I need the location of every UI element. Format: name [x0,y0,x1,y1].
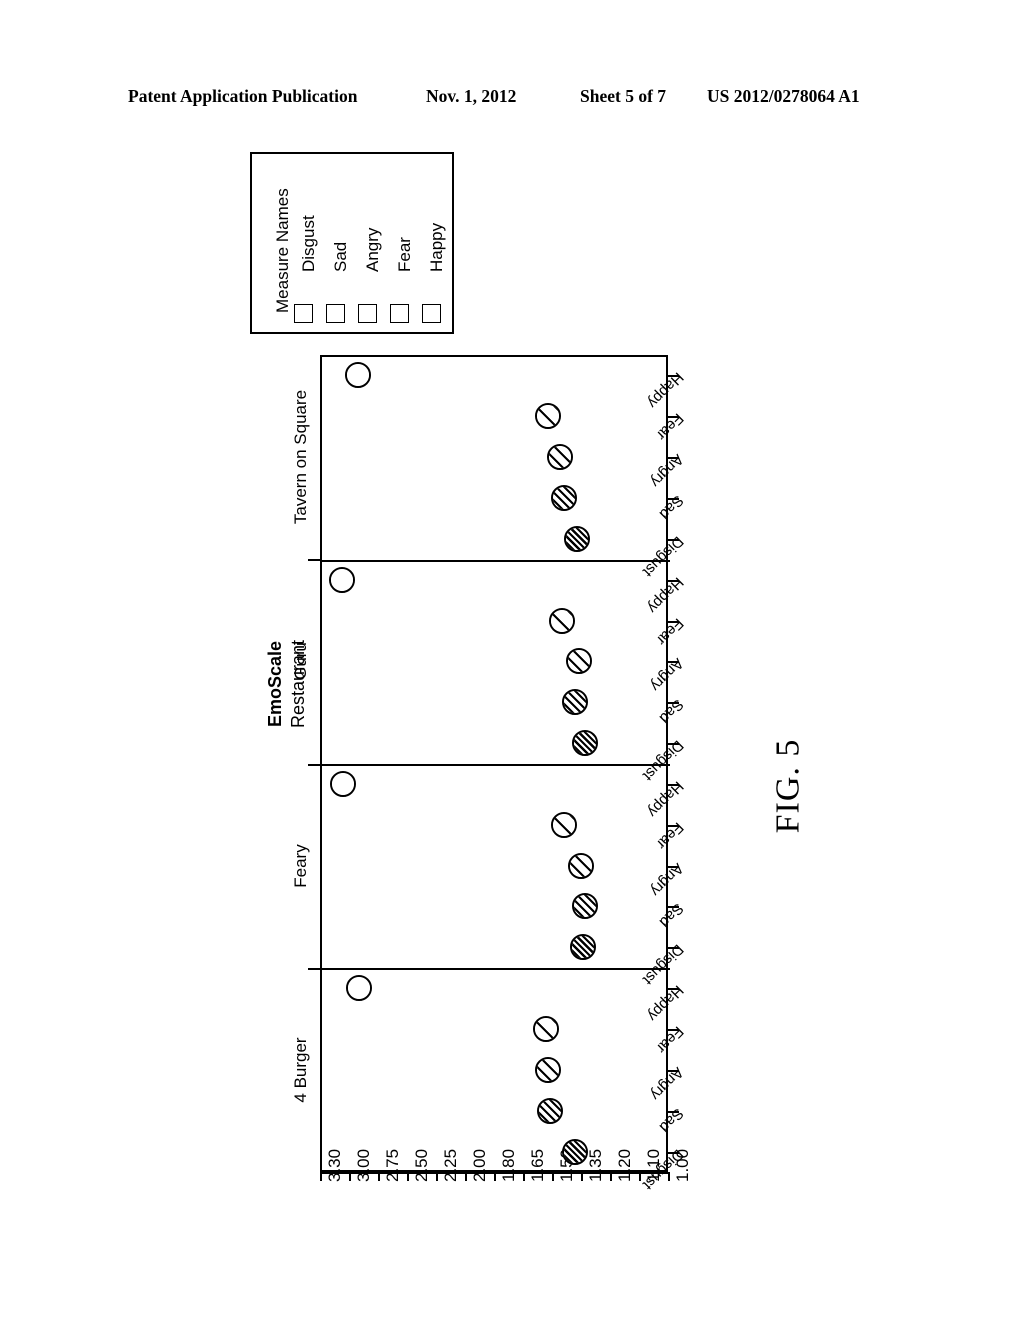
chart-title: EmoScale [264,640,285,728]
marker-hatch-fill [566,527,589,550]
marker-hatch-fill [347,364,370,387]
axis-tick [436,1172,438,1181]
marker-hatch-fill [573,732,596,755]
axis-tick [465,1172,467,1181]
panel-label-tavern-on-square: Tavern on Square [291,390,310,525]
data-marker-sad [571,893,598,920]
data-marker-happy [329,566,356,593]
axis-tick [552,1172,554,1181]
data-marker-angry [535,1056,562,1083]
data-marker-disgust [571,730,598,757]
marker-hatch-fill [573,895,596,918]
data-marker-sad [550,484,577,511]
data-marker-fear [548,607,575,634]
panel-label-4-burger: 4 Burger [291,1037,310,1103]
axis-tick-label: 3.30 [325,1148,344,1182]
data-marker-happy [346,975,373,1002]
data-marker-sad [537,1097,564,1124]
marker-hatch-fill [548,446,571,469]
plot-frame [320,355,670,1172]
data-marker-angry [566,648,593,675]
marker-hatch-fill [552,486,575,509]
data-marker-fear [533,1016,560,1043]
axis-tick-label: 3.00 [354,1148,373,1182]
marker-hatch-fill [537,405,560,428]
data-marker-disgust [562,1138,589,1165]
axis-tick [610,1172,612,1181]
data-marker-angry [568,852,594,879]
chart-area: EmoScale Restaurant 3.30 3.00 2.75 2.50 2.25… [0,0,1024,1320]
axis-tick-label: 1.35 [586,1148,605,1182]
data-marker-angry [546,444,573,471]
marker-hatch-fill [539,1099,562,1122]
panel-tick [308,559,320,562]
data-marker-disgust [564,525,591,552]
data-marker-sad [562,689,589,716]
marker-hatch-fill [332,772,355,795]
panel-label-guru: Guru [291,642,310,681]
axis-tick [581,1172,583,1181]
marker-hatch-fill [537,1058,560,1081]
marker-hatch-fill [535,1018,558,1041]
axis-tick [349,1172,351,1181]
marker-hatch-fill [571,936,594,959]
data-marker-happy [345,362,372,389]
data-marker-fear [550,811,577,838]
axis-tick-label: 1.80 [499,1148,518,1182]
marker-hatch-fill [552,813,575,836]
data-marker-disgust [569,934,596,961]
axis-tick [320,1172,322,1181]
axis-tick [378,1172,380,1181]
panel-tick [308,967,320,970]
axis-tick [523,1172,525,1181]
marker-hatch-fill [564,691,587,714]
axis-tick-label: 1.65 [528,1148,547,1182]
axis-tick-label: 2.25 [441,1148,460,1182]
panel-separator [322,968,670,971]
data-marker-happy [330,770,357,797]
panel-tick [308,763,320,766]
axis-tick-label: 2.50 [412,1148,431,1182]
marker-hatch-fill [564,1140,587,1163]
marker-hatch-fill [331,568,354,591]
data-marker-fear [535,403,562,430]
marker-hatch-fill [570,854,592,877]
axis-tick-label: 2.00 [470,1148,489,1182]
panel-label-feary: Feary [291,843,310,888]
panel-separator [322,559,670,562]
marker-hatch-fill [568,650,591,673]
panel-separator [322,764,670,767]
marker-hatch-fill [348,977,371,1000]
axis-tick-label: 2.75 [383,1148,402,1182]
axis-tick [494,1172,496,1181]
marker-hatch-fill [550,609,573,632]
axis-tick [407,1172,409,1181]
